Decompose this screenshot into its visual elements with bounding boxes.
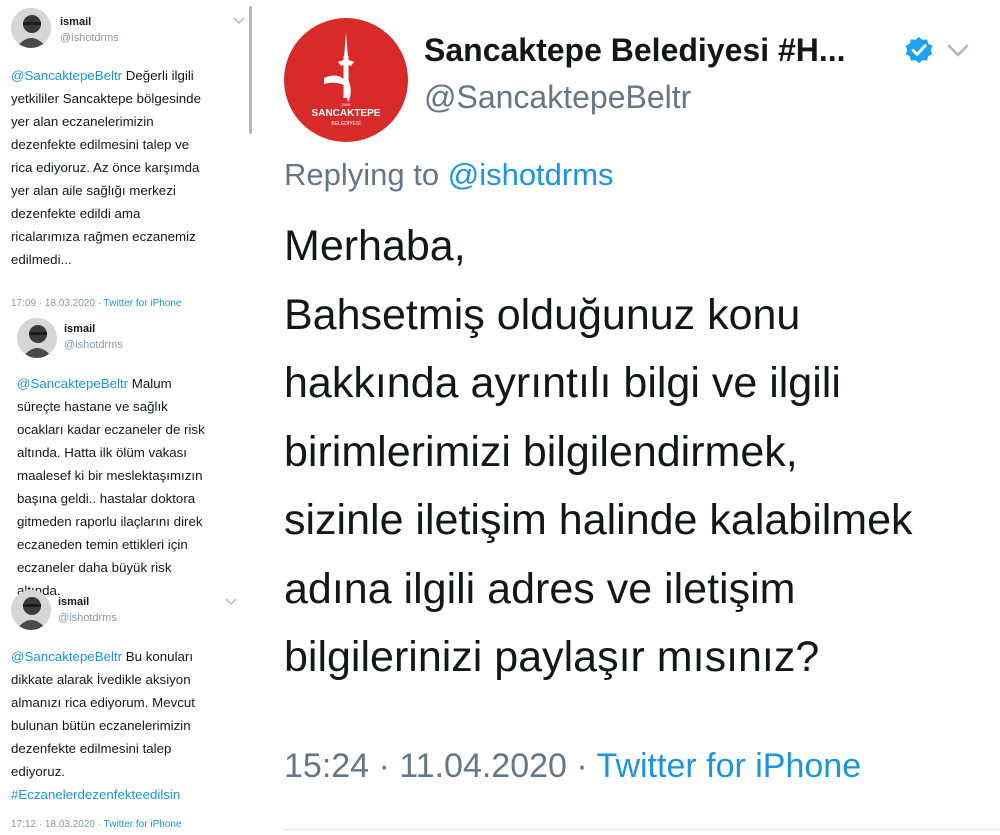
source-link[interactable]: Twitter for iPhone <box>104 298 182 309</box>
verified-badge-icon <box>905 36 933 64</box>
tweet-line: Bahsetmiş olduğunuz konu <box>284 290 801 339</box>
divider <box>284 829 1000 830</box>
left-thread-panel: ismail @ishotdrms @SancaktepeBeltr Değer… <box>0 0 252 835</box>
user-name[interactable]: ismail <box>58 596 89 608</box>
replying-to: Replying to @ishotdrms <box>284 157 614 192</box>
chevron-down-icon[interactable] <box>225 598 237 606</box>
tweet-line: adına ilgili adres ve iletişim <box>284 564 796 613</box>
main-tweet: SANCAKTEPE BELEDİYESİ 2008 Sancaktepe Be… <box>262 0 1000 835</box>
tweet-timestamp: 15:24 · 11.04.2020 · Twitter for iPhone <box>284 747 862 785</box>
tweet-timestamp: 17:09 · 18.03.2020 · Twitter for iPhone <box>11 298 182 309</box>
user-name[interactable]: ismail <box>64 323 95 335</box>
tweet-line: hakkında ayrıntılı bilgi ve ilgili <box>284 359 841 407</box>
thread-tweet-3[interactable]: ismail @ishotdrms @SancaktepeBeltr Bu ko… <box>0 590 252 835</box>
thread-tweet-1[interactable]: ismail @ishotdrms @SancaktepeBeltr Değer… <box>0 0 252 318</box>
thread-tweet-2[interactable]: ismail @ishotdrms @SancaktepeBeltr Malum… <box>0 318 252 598</box>
user-handle[interactable]: @ishotdrms <box>60 32 119 44</box>
avatar[interactable] <box>11 8 51 48</box>
chevron-down-icon[interactable] <box>233 17 245 25</box>
display-name[interactable]: Sancaktepe Belediyesi #H... <box>424 32 846 69</box>
logo-text: SANCAKTEPE <box>312 108 381 119</box>
tweet-line: Merhaba, <box>284 222 466 270</box>
source-link[interactable]: Twitter for iPhone <box>104 819 182 830</box>
tweet-timestamp: 17:12 · 18.03.2020 · Twitter for iPhone <box>11 819 182 830</box>
user-handle[interactable]: @ishotdrms <box>64 339 123 351</box>
hashtag-link[interactable]: #Eczanelerdezenfekteedilsin <box>11 787 180 802</box>
user-handle[interactable]: @ishotdrms <box>58 612 117 624</box>
tweet-text: @SancaktepeBeltr Bu konuları dikkate ala… <box>11 649 196 802</box>
tweet-line: bilgilerinizi paylaşır mısınız? <box>284 633 820 681</box>
tweet-text: Merhaba, Bahsetmiş olduğunuz konu hakkın… <box>284 212 913 692</box>
tweet-text: @SancaktepeBeltr Malum süreçte hastane v… <box>17 376 205 598</box>
mention-link[interactable]: @SancaktepeBeltr <box>11 68 122 83</box>
scrollbar[interactable] <box>249 6 252 134</box>
tweet-text: @SancaktepeBeltr Değerli ilgili yetkilil… <box>11 68 201 267</box>
source-link[interactable]: Twitter for iPhone <box>597 747 862 785</box>
user-handle[interactable]: @SancaktepeBeltr <box>424 79 691 116</box>
avatar[interactable] <box>11 590 51 630</box>
tweet-line: sizinle iletişim halinde kalabilmek <box>284 496 913 544</box>
tweet-line: birimlerimizi bilgilendirmek, <box>284 427 798 476</box>
logo-subtext: BELEDİYESİ <box>331 120 360 127</box>
avatar[interactable] <box>17 318 57 358</box>
mention-link[interactable]: @SancaktepeBeltr <box>11 649 122 664</box>
logo-year: 2008 <box>342 102 352 107</box>
user-name[interactable]: ismail <box>60 16 91 28</box>
chevron-down-icon[interactable] <box>947 44 969 58</box>
mention-link[interactable]: @SancaktepeBeltr <box>17 376 128 391</box>
replying-to-link[interactable]: @ishotdrms <box>448 157 614 192</box>
municipality-logo[interactable]: SANCAKTEPE BELEDİYESİ 2008 <box>284 18 408 142</box>
